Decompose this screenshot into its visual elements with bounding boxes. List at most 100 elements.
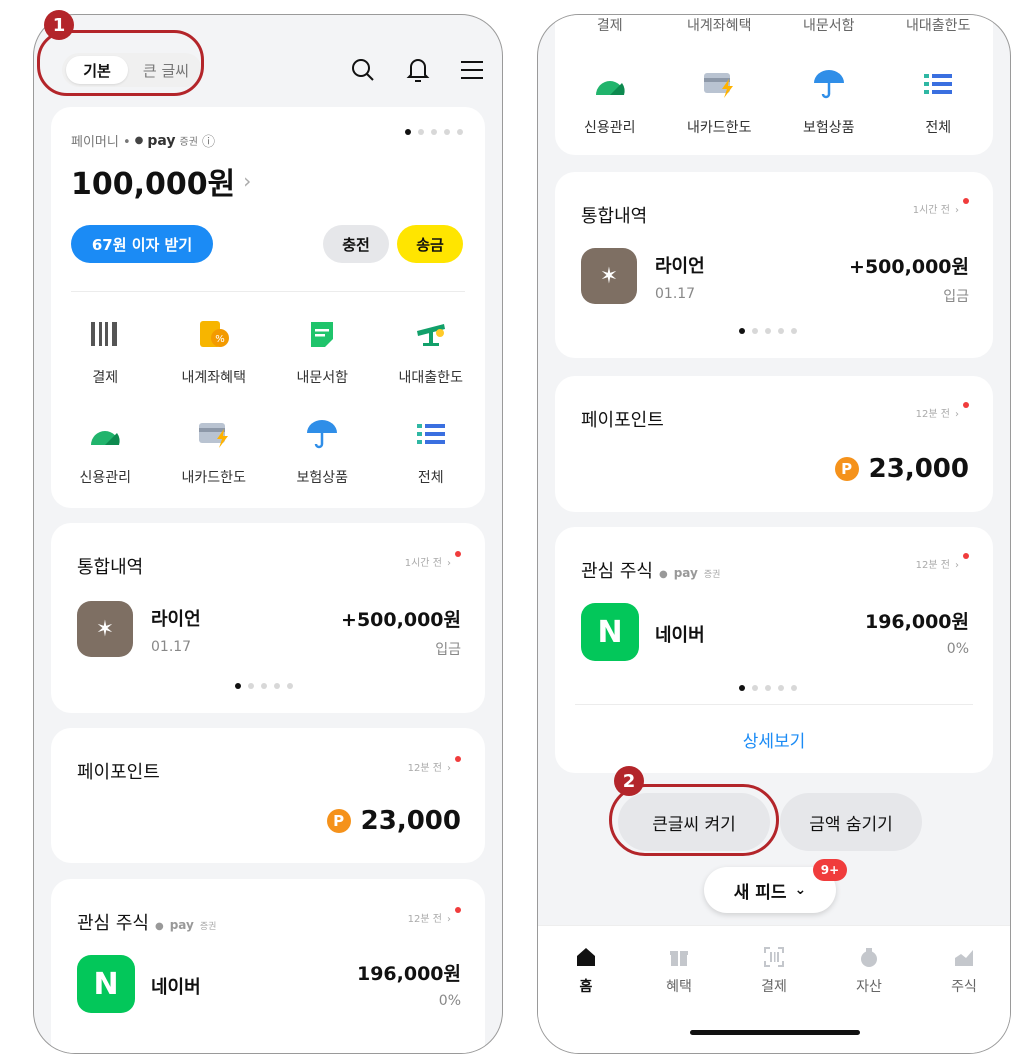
menu-label[interactable]: 내계좌혜택: [687, 15, 751, 35]
history-date: 01.17: [655, 286, 696, 302]
points-amount: 23,000: [868, 454, 969, 484]
menu-label: 전체: [925, 120, 952, 136]
menu-label: 보험상품: [296, 470, 349, 486]
history-card[interactable]: 통합내역 1시간 전 › ✶ 라이언 01.17 +500,000원 입금: [555, 172, 993, 358]
search-icon[interactable]: [350, 57, 376, 87]
barcode-icon: [88, 317, 122, 351]
pay-money-label-row: 페이머니 • ● pay 증권 ⓘ: [71, 131, 215, 151]
stock-change: 0%: [438, 993, 461, 1009]
tab-label: 홈: [579, 979, 593, 995]
menu-item-card-limit[interactable]: 내카드한도: [665, 67, 775, 137]
menu-item-insurance[interactable]: 보험상품: [268, 417, 377, 487]
pay-logo-text: pay: [673, 566, 698, 580]
stock-change: 0%: [946, 641, 969, 657]
menu-label: 내카드한도: [687, 120, 752, 136]
money-bag-icon: [861, 948, 877, 967]
hide-amount-button[interactable]: 금액 숨기기: [780, 793, 922, 851]
detail-link[interactable]: 상세보기: [555, 727, 993, 752]
interest-stock-card[interactable]: 관심 주식 ● pay 증권 12분 전 › N 네이버 196,000원 0%…: [555, 527, 993, 773]
tab-label: 결제: [761, 979, 787, 995]
menu-row-2: 신용관리 내카드한도 보험상품 전체: [51, 417, 485, 487]
menu-item-all[interactable]: 전체: [377, 417, 486, 487]
menu-item-credit[interactable]: 신용관리: [555, 67, 665, 137]
menu-label: 내계좌혜택: [181, 370, 246, 386]
stock-name: 네이버: [655, 625, 705, 646]
history-card[interactable]: 통합내역 1시간 전 › ✶ 라이언 01.17 +500,000원 입금: [51, 523, 485, 713]
history-amount: +500,000원: [849, 256, 969, 278]
pay-point-card[interactable]: 페이포인트 12분 전 › P 23,000: [51, 728, 485, 863]
point-coin-icon: P: [326, 809, 351, 833]
tab-home[interactable]: 홈: [556, 946, 616, 996]
history-type: 입금: [943, 289, 969, 305]
divider: [71, 291, 465, 292]
naver-logo-icon: N: [581, 603, 639, 661]
menu-label: 신용관리: [79, 470, 132, 486]
stock-name: 네이버: [151, 977, 201, 998]
points-time-row: 12분 전 ›: [408, 756, 461, 775]
send-button[interactable]: 송금: [397, 225, 463, 263]
new-feed-label: 새 피드: [733, 882, 787, 903]
new-dot: [455, 551, 461, 557]
scale-icon: [414, 317, 448, 351]
pay-money-card-scrolled: 결제 내계좌혜택 내문서함 내대출한도 신용관리 내카드한도 보험상품 전체: [555, 15, 993, 155]
menu-row-1-cut: 결제 내계좌혜택 내문서함 내대출한도: [555, 15, 993, 35]
svg-text:%: %: [215, 334, 225, 345]
document-icon: [305, 317, 339, 351]
list-icon: [921, 67, 955, 101]
menu-item-card-limit[interactable]: 내카드한도: [160, 417, 269, 487]
gift-icon: [670, 951, 688, 966]
menu-item-payment[interactable]: 결제: [51, 317, 160, 387]
credit-gauge-icon: [593, 67, 627, 101]
page-indicator: [739, 685, 797, 691]
balance-amount-row[interactable]: 100,000원 ›: [71, 159, 251, 203]
pay-logo-text: pay: [169, 918, 194, 932]
pay-logo-text: pay: [147, 132, 176, 149]
tab-stocks[interactable]: 주식: [934, 946, 994, 996]
pay-point-card[interactable]: 페이포인트 12분 전 › P 23,000: [555, 376, 993, 512]
page-indicator: [235, 683, 293, 689]
menu-label: 보험상품: [802, 120, 855, 136]
menu-row-1: 결제 % 내계좌혜택 내문서함 내대출한도: [51, 317, 485, 387]
tab-label: 혜택: [666, 979, 692, 995]
bell-icon[interactable]: [406, 56, 430, 88]
highlight-oval-1: [37, 30, 204, 96]
divider: [575, 704, 973, 705]
new-dot: [963, 553, 969, 559]
history-title: 통합내역: [77, 557, 144, 578]
menu-item-loan-limit[interactable]: 내대출한도: [377, 317, 486, 387]
menu-label: 전체: [417, 470, 444, 486]
charge-button[interactable]: 충전: [323, 225, 389, 263]
card-lightning-icon: [197, 417, 231, 451]
menu-label[interactable]: 내대출한도: [906, 15, 970, 35]
tab-assets[interactable]: 자산: [839, 946, 899, 996]
bottom-tab-bar: 홈 혜택 결제 자산 주식: [538, 925, 1010, 1053]
balance-amount: 100,000원: [71, 167, 236, 202]
menu-label[interactable]: 결제: [597, 15, 623, 35]
stock-chart-icon: [955, 950, 973, 966]
new-dot: [963, 402, 969, 408]
naver-logo-icon: N: [77, 955, 135, 1013]
menu-item-documents[interactable]: 내문서함: [268, 317, 377, 387]
stock-title: 관심 주식: [77, 913, 149, 934]
history-time: 1시간 전: [404, 558, 442, 569]
points-amount: 23,000: [360, 806, 461, 836]
credit-gauge-icon: [88, 417, 122, 451]
tab-benefits[interactable]: 혜택: [649, 946, 709, 996]
stock-time: 12분 전: [407, 914, 442, 925]
info-icon[interactable]: ⓘ: [202, 131, 215, 150]
interest-button[interactable]: 67원 이자 받기: [71, 225, 213, 263]
points-time: 12분 전: [915, 409, 950, 420]
stock-time-row: 12분 전 ›: [408, 907, 461, 926]
menu-label[interactable]: 내문서함: [803, 15, 855, 35]
menu-icon[interactable]: [460, 59, 484, 85]
chevron-down-icon: ⌄: [794, 882, 807, 898]
menu-row-2: 신용관리 내카드한도 보험상품 전체: [555, 67, 993, 137]
menu-item-credit[interactable]: 신용관리: [51, 417, 160, 487]
pay-money-card: 페이머니 • ● pay 증권 ⓘ 100,000원 › 67원 이자 받기 충…: [51, 107, 485, 508]
tab-payment[interactable]: 결제: [744, 946, 804, 996]
lion-avatar-icon: ✶: [77, 601, 133, 657]
menu-item-insurance[interactable]: 보험상품: [774, 67, 884, 137]
interest-stock-card[interactable]: 관심 주식 ● pay 증권 12분 전 › N 네이버 196,000원 0%: [51, 879, 485, 1053]
menu-item-all[interactable]: 전체: [884, 67, 994, 137]
menu-item-account-benefit[interactable]: % 내계좌혜택: [160, 317, 269, 387]
